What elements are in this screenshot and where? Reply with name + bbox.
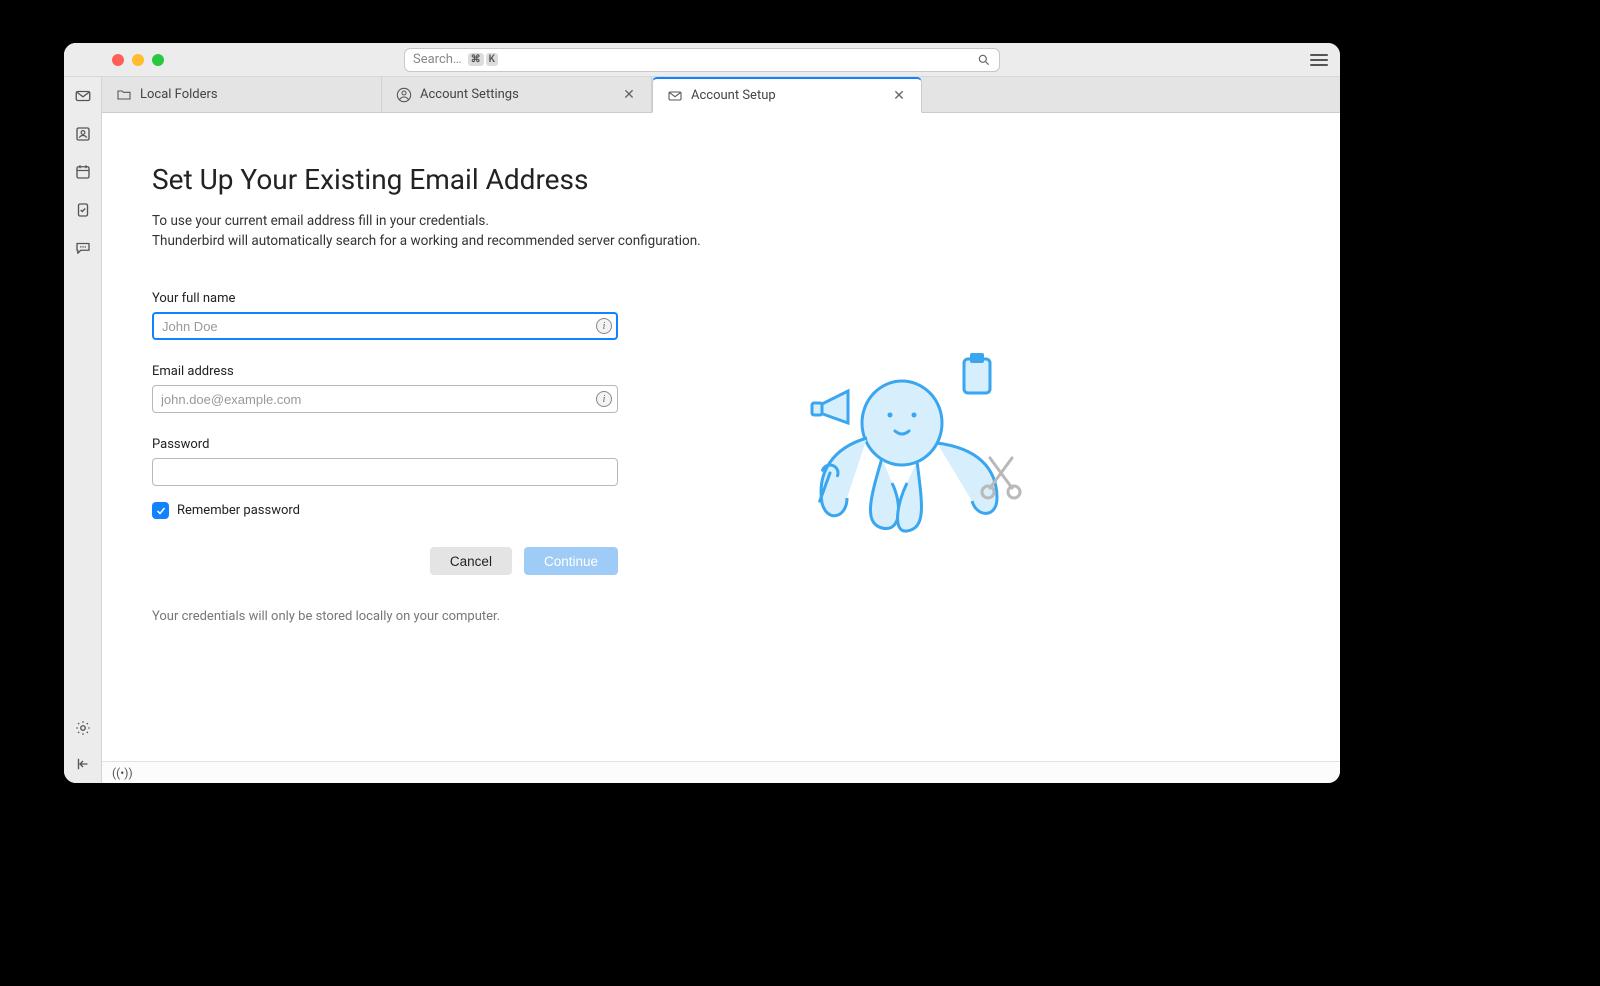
search-placeholder: Search… xyxy=(413,52,462,67)
main-content: Set Up Your Existing Email Address To us… xyxy=(102,113,1340,761)
chat-icon[interactable] xyxy=(74,239,92,257)
mail-setup-icon xyxy=(667,88,683,104)
status-bar: ((•)) xyxy=(102,761,1340,783)
titlebar: Search… ⌘K xyxy=(64,43,1340,77)
close-tab-icon[interactable]: ✕ xyxy=(621,87,637,103)
collapse-sidebar-icon[interactable] xyxy=(74,755,92,773)
window-zoom-icon[interactable] xyxy=(152,54,164,66)
remember-password-label: Remember password xyxy=(177,503,300,518)
full-name-label: Your full name xyxy=(152,291,618,306)
email-label: Email address xyxy=(152,364,618,379)
credentials-footnote: Your credentials will only be stored loc… xyxy=(152,609,618,624)
info-icon[interactable]: i xyxy=(596,318,612,334)
account-form: Your full name i Email address i Passwor… xyxy=(152,291,618,624)
settings-icon[interactable] xyxy=(74,719,92,737)
password-input[interactable] xyxy=(152,458,618,486)
account-icon xyxy=(396,87,412,103)
password-label: Password xyxy=(152,437,618,452)
search-icon xyxy=(977,53,991,67)
folder-icon xyxy=(116,87,132,103)
global-search[interactable]: Search… ⌘K xyxy=(404,48,1000,72)
page-heading: Set Up Your Existing Email Address xyxy=(152,163,1152,196)
app-menu-icon[interactable] xyxy=(1310,54,1328,66)
cancel-button[interactable]: Cancel xyxy=(430,547,512,575)
online-indicator-icon[interactable]: ((•)) xyxy=(112,766,133,780)
window-controls xyxy=(112,54,164,66)
tab-label: Account Setup xyxy=(691,88,776,103)
info-icon[interactable]: i xyxy=(596,391,612,407)
full-name-input[interactable] xyxy=(152,312,618,340)
search-shortcut: ⌘K xyxy=(468,53,498,66)
mail-icon[interactable] xyxy=(74,87,92,105)
calendar-icon[interactable] xyxy=(74,163,92,181)
continue-button[interactable]: Continue xyxy=(524,547,618,575)
tab-account-settings[interactable]: Account Settings ✕ xyxy=(382,77,652,112)
window-close-icon[interactable] xyxy=(112,54,124,66)
page-description: To use your current email address fill i… xyxy=(152,212,792,251)
octopus-illustration: .l{fill:none;stroke:#3aa6ef;stroke-width… xyxy=(792,353,1032,553)
email-input[interactable] xyxy=(152,385,618,413)
tab-local-folders[interactable]: Local Folders xyxy=(102,77,382,112)
tasks-icon[interactable] xyxy=(74,201,92,219)
window-minimize-icon[interactable] xyxy=(132,54,144,66)
tab-label: Local Folders xyxy=(140,87,218,102)
close-tab-icon[interactable]: ✕ xyxy=(891,88,907,104)
remember-password-checkbox[interactable] xyxy=(152,502,169,519)
app-window: Search… ⌘K Local Folders Account Setting… xyxy=(64,43,1340,783)
contacts-icon[interactable] xyxy=(74,125,92,143)
spaces-toolbar xyxy=(64,43,102,783)
tab-label: Account Settings xyxy=(420,87,519,102)
tab-bar: Local Folders Account Settings ✕ Account… xyxy=(64,77,1340,113)
tab-account-setup[interactable]: Account Setup ✕ xyxy=(652,77,922,113)
